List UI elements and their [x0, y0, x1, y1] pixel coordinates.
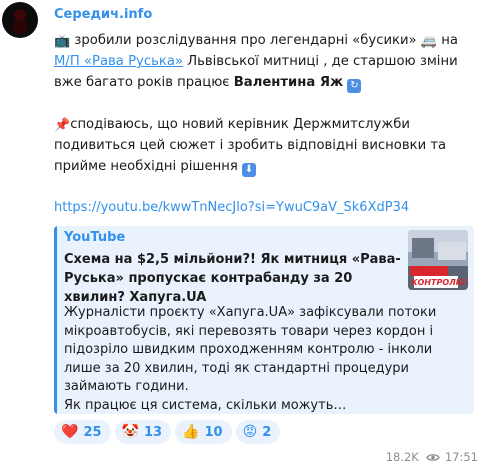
minibus-emoji-icon: 🚐 [420, 34, 438, 49]
message-p1-b: на [441, 33, 458, 48]
person-name: Валентина Яж [233, 75, 344, 90]
message-meta: 18.2K 17:51 [386, 450, 478, 464]
reaction-heart[interactable]: ❤️ 25 [54, 420, 111, 444]
cycle-arrows-emoji-icon: ↻ [347, 79, 362, 93]
pouting-face-emoji-icon: 😡 [242, 424, 258, 440]
preview-title: Схема на $2,5 мільйони?! Як митниця «Рав… [64, 252, 401, 305]
reaction-thumbs-up[interactable]: 👍 10 [175, 420, 232, 444]
view-count: 18.2K [385, 450, 419, 464]
reactions-bar: ❤️ 25 🤡 13 👍 10 😡 2 [54, 420, 284, 444]
preview-thumbnail[interactable]: ДОН КОНТРОЛЮ? [408, 230, 468, 290]
message-time: 17:51 [444, 450, 478, 464]
link-preview[interactable]: YouTube Схема на $2,5 мільйони?! Як митн… [54, 226, 474, 414]
reaction-count: 10 [204, 424, 223, 440]
reaction-count: 25 [83, 424, 102, 440]
checkpoint-link[interactable]: М/П «Рава Руська» [54, 54, 183, 69]
heart-emoji-icon: ❤️ [61, 424, 79, 440]
youtube-link[interactable]: https://youtu.be/kwwTnNecJlo?si=YwuC9aV_… [54, 200, 409, 215]
thumbnail-caption: ДОН КОНТРОЛЮ? [411, 267, 468, 287]
preview-site-name: YouTube [64, 230, 126, 245]
reaction-clown[interactable]: 🤡 13 [114, 420, 172, 444]
channel-name[interactable]: Середич.info [54, 7, 152, 22]
message-p1-a: зробили розслідування про легендарні «бу… [74, 33, 417, 48]
tv-emoji-icon: 📺 [54, 34, 71, 49]
preview-accent-bar [54, 226, 57, 414]
reaction-count: 2 [262, 424, 272, 440]
clown-emoji-icon: 🤡 [121, 424, 139, 440]
reaction-count: 13 [143, 424, 163, 440]
channel-avatar[interactable] [2, 2, 38, 38]
thumbs-up-emoji-icon: 👍 [182, 424, 200, 440]
avatar-figure-icon [13, 9, 27, 34]
message-bubble: Середич.info 📺 зробили розслідування про… [46, 0, 488, 466]
pushpin-emoji-icon: 📌 [54, 118, 71, 133]
eye-icon [426, 453, 440, 461]
message-text: 📺 зробили розслідування про легендарні «… [54, 30, 468, 177]
down-arrow-emoji-icon: ⬇ [242, 163, 256, 177]
preview-description: Журналісти проєкту «Хапуга.UA» зафіксува… [64, 305, 437, 413]
reaction-pouting[interactable]: 😡 2 [235, 420, 281, 444]
